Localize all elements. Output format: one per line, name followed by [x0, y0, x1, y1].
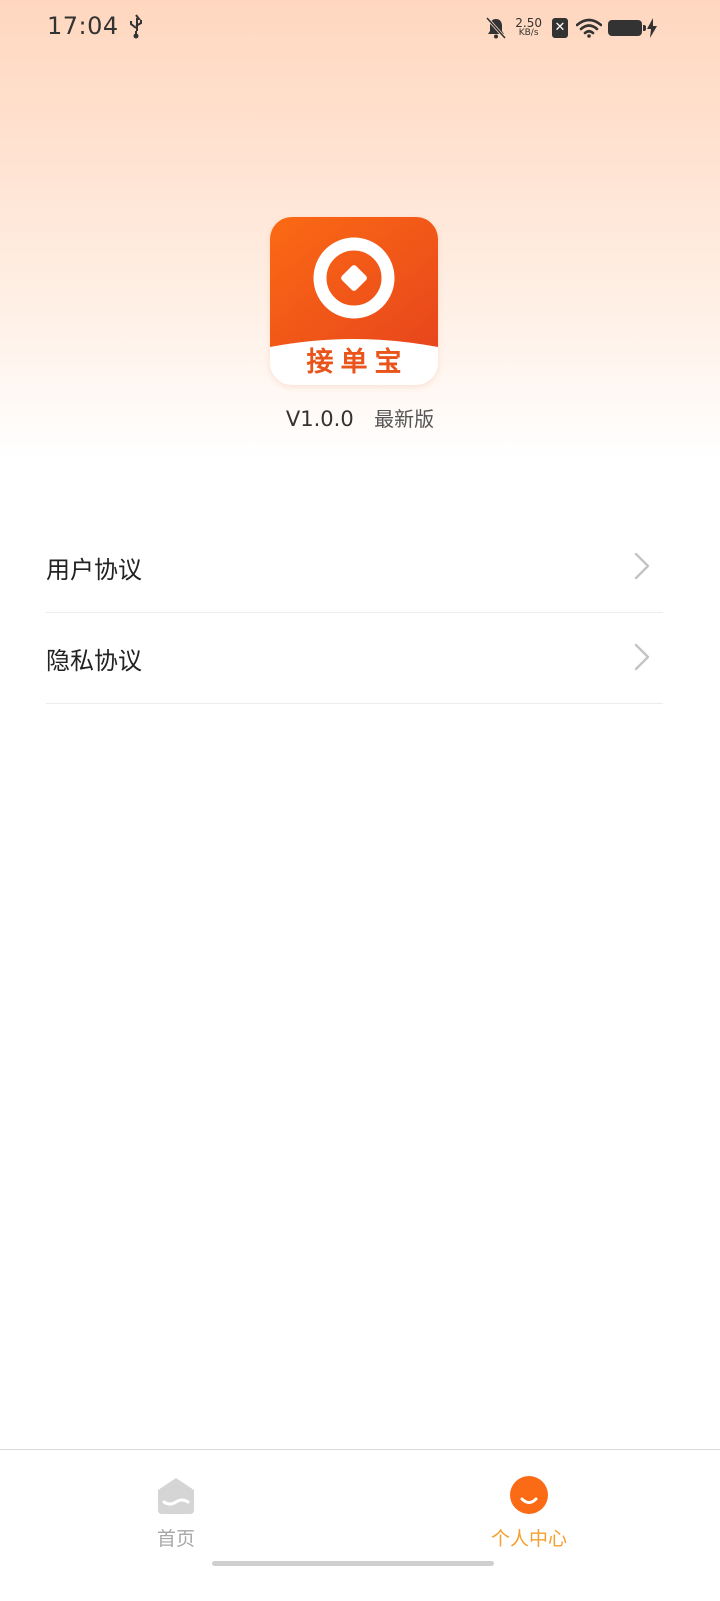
app-logo: 接单宝 [270, 217, 438, 385]
menu-item-privacy-agreement[interactable]: 隐私协议 [46, 613, 663, 704]
home-icon [158, 1478, 194, 1514]
sim-x-icon: ✕ [552, 18, 568, 38]
version-line: V1.0.0 最新版 [0, 403, 720, 432]
network-speed-value: 2.50 [515, 16, 542, 30]
wifi-icon [576, 18, 602, 38]
version-number: V1.0.0 [285, 407, 354, 431]
status-right-group: 2.50 KB/s ✕ [485, 14, 658, 42]
tab-profile-label: 个人中心 [490, 1528, 567, 1550]
menu-item-user-agreement[interactable]: 用户协议 [46, 522, 663, 613]
battery-icon [608, 20, 646, 36]
bell-muted-icon [486, 16, 507, 40]
home-indicator[interactable] [212, 1561, 494, 1566]
version-tag: 最新版 [374, 407, 435, 431]
tab-home[interactable]: 首页 [96, 1476, 256, 1556]
chevron-right-icon [634, 552, 650, 580]
profile-icon [510, 1476, 548, 1514]
status-time: 17:04 [47, 12, 119, 40]
bottom-tab-bar: 首页 个人中心 [0, 1449, 720, 1601]
network-speed-unit: KB/s [518, 28, 539, 38]
tab-profile[interactable]: 个人中心 [449, 1476, 609, 1556]
logo-text: 接单宝 [306, 347, 409, 378]
usb-icon [130, 14, 142, 39]
menu-list: 用户协议 隐私协议 [46, 522, 663, 704]
chevron-right-icon [634, 643, 650, 671]
menu-item-label: 隐私协议 [46, 647, 142, 675]
status-bar: 17:04 2.50 KB/s ✕ [0, 0, 720, 56]
charging-icon [647, 18, 657, 38]
menu-item-label: 用户协议 [46, 556, 142, 584]
network-speed: 2.50 KB/s [515, 16, 542, 38]
tab-home-label: 首页 [156, 1528, 195, 1550]
